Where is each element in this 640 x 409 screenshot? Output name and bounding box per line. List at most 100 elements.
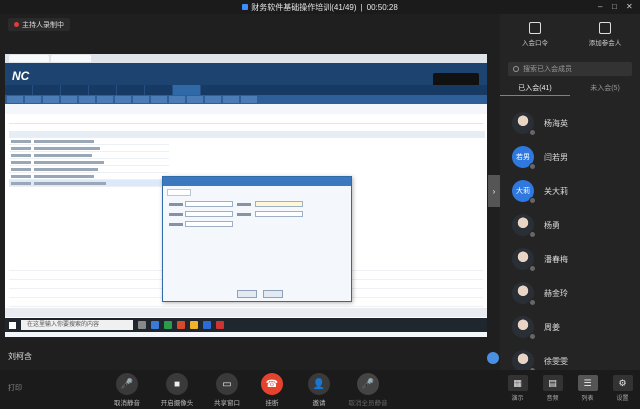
nc-logo: NC (12, 69, 30, 83)
dialog-field[interactable] (255, 201, 303, 207)
panel-actions: 入会口令 添加参会人 (500, 14, 640, 62)
layout-button[interactable]: ▦ 演示 (504, 375, 532, 409)
microphone-icon: 🎤 (116, 373, 138, 395)
member-item[interactable]: 周姜 (500, 310, 640, 344)
avatar: 若男 (512, 146, 536, 170)
tab-joined[interactable]: 已入会(41) (500, 82, 570, 96)
meeting-title: 财务软件基础操作培训(41/49) (251, 2, 357, 12)
nc-nav (5, 85, 487, 95)
avatar (512, 350, 536, 374)
avatar (512, 316, 536, 340)
phone-hangup-icon: ☎ (261, 373, 283, 395)
minimize-button[interactable]: – (598, 3, 606, 11)
taskbar-app-icon[interactable] (151, 321, 159, 329)
invite-button[interactable]: 👤 邀请 (302, 373, 336, 407)
nc-header: NC (5, 63, 487, 95)
dialog-titlebar (163, 177, 351, 186)
mic-muted-icon (529, 231, 536, 238)
shared-screen: NC (5, 54, 487, 337)
nc-status-bar (5, 308, 487, 317)
member-search-input[interactable]: 搜索已入会成员 (508, 62, 632, 76)
grid-header (9, 131, 485, 138)
share-window-button[interactable]: ▭ 共享窗口 (210, 373, 244, 407)
add-participant-button[interactable]: 添加参会人 (580, 22, 630, 62)
camera-button[interactable]: ■ 开启摄像头 (160, 373, 194, 407)
dialog-field[interactable] (185, 211, 233, 217)
windows-start-icon[interactable] (9, 321, 16, 329)
active-speaker-name: 刘柯含 (8, 352, 32, 361)
taskbar-app-icon[interactable] (177, 321, 185, 329)
mic-muted-icon (529, 265, 536, 272)
mic-muted-icon (529, 129, 536, 136)
close-button[interactable]: ✕ (626, 3, 634, 11)
grid-layout-icon: ▦ (507, 375, 528, 391)
taskbar-app-icon[interactable] (216, 321, 224, 329)
meeting-timer: 00:50:28 (366, 2, 398, 12)
taskbar-app-icon[interactable] (138, 321, 146, 329)
nc-toolbar (5, 95, 487, 104)
member-tabs: 已入会(41) 未入会(5) (500, 82, 640, 96)
dialog-tab[interactable] (167, 189, 191, 196)
title-separator: | (360, 2, 363, 12)
taskbar-app-icon[interactable] (203, 321, 211, 329)
list-icon: ☰ (577, 375, 598, 391)
member-item[interactable]: 若男 闫若男 (500, 140, 640, 174)
unmute-all-button[interactable]: 🎤 取消全员静音 (346, 373, 390, 407)
dialog-field[interactable] (185, 221, 233, 227)
hang-up-button[interactable]: ☎ 挂断 (255, 373, 289, 407)
dialog-cancel-button[interactable] (263, 290, 283, 298)
recording-badge-label: 主持人录制中 (22, 21, 64, 29)
avatar: 大莉 (512, 180, 536, 204)
secure-lock-icon (242, 4, 249, 10)
query-dialog (162, 176, 352, 302)
participants-panel: 入会口令 添加参会人 搜索已入会成员 已入会(41) 未入会(5) 杨海英 若男… (500, 14, 640, 409)
dialog-field[interactable] (255, 211, 303, 217)
search-icon (513, 66, 519, 72)
share-screen-icon: ▭ (216, 373, 238, 395)
panel-bottom-bar: ▦ 演示 ▤ 音频 ☰ 列表 ⚙ 设置 (500, 370, 640, 409)
browser-tabs (5, 54, 487, 63)
taskbar-app-icon[interactable] (164, 321, 172, 329)
settings-button[interactable]: ⚙ 设置 (609, 375, 637, 409)
collapse-panel-button[interactable]: › (488, 175, 500, 207)
mute-all-icon: 🎤 (357, 373, 379, 395)
recording-badge: 主持人录制中 (8, 18, 70, 31)
unmute-button[interactable]: 🎤 取消静音 (110, 373, 144, 407)
meeting-controls-bar: 打印 🎤 取消静音 ■ 开启摄像头 ▭ 共享窗口 ☎ 挂断 👤 邀请 🎤 取消全… (0, 370, 500, 409)
member-item[interactable]: 赫金玲 (500, 276, 640, 310)
audio-icon: ▤ (542, 375, 563, 391)
mic-muted-icon (529, 299, 536, 306)
invite-user-icon: 👤 (308, 373, 330, 395)
member-item[interactable]: 杨海英 (500, 106, 640, 140)
float-window-button[interactable] (487, 352, 499, 364)
meeting-password-button[interactable]: 入会口令 (510, 22, 560, 62)
mic-muted-icon (529, 333, 536, 340)
member-item[interactable]: 大莉 关大莉 (500, 174, 640, 208)
taskbar-search-input[interactable]: 在这里输入你要搜索的内容 (21, 320, 133, 330)
taskbar-app-icon[interactable] (190, 321, 198, 329)
window-controls: – □ ✕ (598, 3, 634, 11)
avatar (512, 282, 536, 306)
member-item[interactable]: 杨勇 (500, 208, 640, 242)
maximize-button[interactable]: □ (612, 3, 620, 11)
avatar (512, 248, 536, 272)
gear-icon: ⚙ (612, 375, 633, 391)
windows-taskbar: 在这里输入你要搜索的内容 (5, 318, 487, 332)
title-bar: 财务软件基础操作培训(41/49) | 00:50:28 – □ ✕ (0, 0, 640, 14)
lock-icon (529, 22, 541, 34)
avatar (512, 112, 536, 136)
tab-not-joined[interactable]: 未入会(5) (570, 82, 640, 96)
voucher-grid (9, 138, 169, 218)
dialog-ok-button[interactable] (237, 290, 257, 298)
meeting-window: 财务软件基础操作培训(41/49) | 00:50:28 – □ ✕ 主持人录制… (0, 0, 640, 409)
member-list: 杨海英 若男 闫若男 大莉 关大莉 杨勇 潘春梅 赫金玲 周姜 徐雯雯 (500, 106, 640, 378)
add-user-icon (599, 22, 611, 34)
network-status: 打印 (8, 385, 22, 392)
mic-muted-icon (529, 197, 536, 204)
audio-button[interactable]: ▤ 音频 (539, 375, 567, 409)
list-button[interactable]: ☰ 列表 (574, 375, 602, 409)
recording-dot-icon (14, 22, 19, 27)
dialog-field[interactable] (185, 201, 233, 207)
member-item[interactable]: 潘春梅 (500, 242, 640, 276)
avatar (512, 214, 536, 238)
